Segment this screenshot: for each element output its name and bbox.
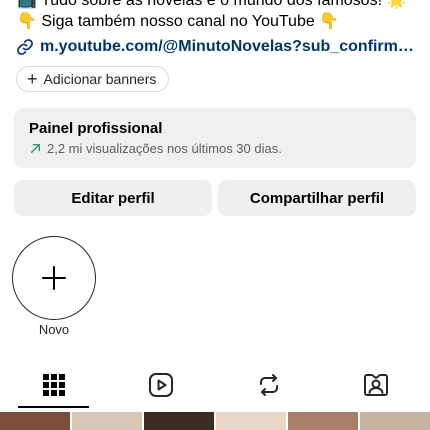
tab-tagged[interactable]	[323, 362, 430, 408]
new-highlight-label: Novo	[38, 322, 70, 337]
plus-icon: +	[27, 69, 38, 89]
reposts-icon	[259, 374, 278, 396]
tagged-icon	[364, 374, 389, 396]
post-thumbnail[interactable]	[144, 412, 214, 430]
professional-dashboard[interactable]: Painel profissional 2,2 mi visualizações…	[14, 108, 416, 168]
professional-dashboard-stats-text: 2,2 mi visualizações nos últimos 30 dias…	[47, 141, 282, 156]
link-icon	[17, 39, 33, 55]
bio-link[interactable]: m.youtube.com/@MinutoNovelas?sub_confirm…	[16, 35, 420, 59]
grid-icon	[42, 374, 65, 396]
profile-tabs	[0, 362, 430, 408]
tab-selected-indicator	[18, 406, 89, 408]
post-thumbnail[interactable]	[0, 412, 70, 430]
professional-dashboard-stats: 2,2 mi visualizações nos últimos 30 dias…	[29, 141, 401, 156]
tab-posts[interactable]	[0, 362, 108, 408]
reels-icon	[149, 373, 174, 397]
bio-link-text[interactable]: m.youtube.com/@MinutoNovelas?sub_confirm…	[40, 38, 420, 56]
profile-page: 📺 Tudo sobre as novelas e o mundo dos fa…	[0, 0, 430, 430]
bio-line-2: 👇 Siga também nosso canal no YouTube 👇	[17, 13, 340, 30]
post-thumbnail[interactable]	[216, 412, 286, 430]
posts-grid	[0, 412, 430, 430]
professional-dashboard-title: Painel profissional	[29, 120, 163, 137]
new-highlight-button[interactable]	[12, 236, 96, 320]
tab-reposts[interactable]	[215, 362, 323, 408]
add-banners-label: Adicionar banners	[43, 71, 157, 87]
plus-icon	[42, 266, 66, 290]
post-thumbnail[interactable]	[288, 412, 358, 430]
edit-profile-button[interactable]: Editar perfil	[14, 180, 212, 216]
add-banners-button[interactable]: + Adicionar banners	[16, 66, 170, 92]
post-thumbnail[interactable]	[72, 412, 142, 430]
post-thumbnail[interactable]	[360, 412, 430, 430]
share-profile-button[interactable]: Compartilhar perfil	[218, 180, 416, 216]
trend-up-arrow-icon	[31, 144, 40, 153]
tab-reels[interactable]	[108, 362, 216, 408]
